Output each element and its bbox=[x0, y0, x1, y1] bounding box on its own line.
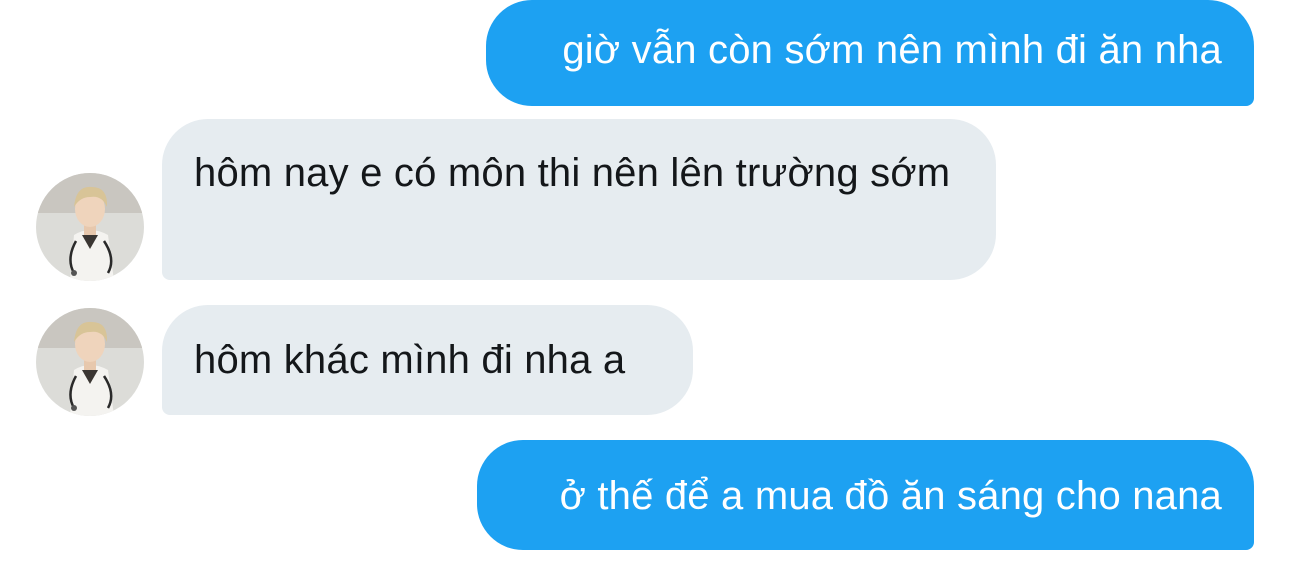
message-text: ở thế để a mua đồ ăn sáng cho nana bbox=[559, 474, 1222, 518]
message-text: hôm nay e có môn thi nên lên trường sớm bbox=[194, 151, 951, 195]
message-text: hôm khác mình đi nha a bbox=[194, 338, 626, 382]
outgoing-message-bubble[interactable]: ở thế để a mua đồ ăn sáng cho nana bbox=[477, 440, 1254, 550]
doctor-photo-avatar-icon bbox=[36, 308, 144, 416]
message-text: giờ vẫn còn sớm nên mình đi ăn nha bbox=[562, 28, 1222, 72]
incoming-message-bubble[interactable]: hôm nay e có môn thi nên lên trường sớm bbox=[162, 119, 996, 280]
incoming-message-bubble[interactable]: hôm khác mình đi nha a bbox=[162, 305, 693, 415]
contact-avatar[interactable] bbox=[36, 173, 144, 281]
doctor-photo-avatar-icon bbox=[36, 173, 144, 281]
contact-avatar[interactable] bbox=[36, 308, 144, 416]
outgoing-message-bubble[interactable]: giờ vẫn còn sớm nên mình đi ăn nha bbox=[486, 0, 1254, 106]
